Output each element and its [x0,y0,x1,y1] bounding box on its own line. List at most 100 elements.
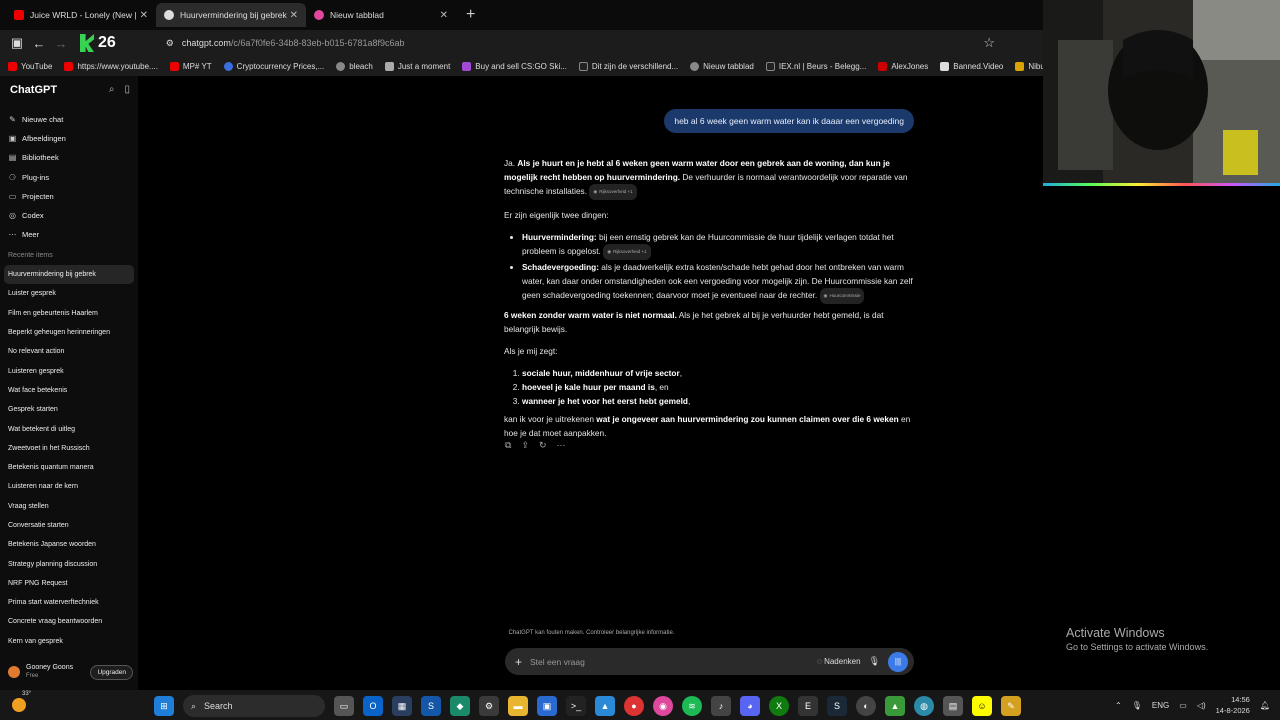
copy-icon[interactable]: ⧉ [505,440,511,451]
xbox-icon[interactable]: X [769,696,789,716]
bookmark-item[interactable]: AlexJones [878,61,928,71]
steam-icon[interactable]: S [827,696,847,716]
address-bar[interactable]: ⚙ chatgpt.com/c/6a7f0fe6-34b8-83eb-b015-… [166,33,966,53]
citation-pill[interactable]: ◉ Huurcommissie [819,288,865,304]
sidebar-recent-item[interactable]: Huurvermindering bij gebrek [4,265,134,285]
app-icon[interactable]: ✎ [1001,696,1021,716]
sidebar-recent-item[interactable]: Betekenis Japanse woorden [4,535,134,554]
sidebar-recent-item[interactable]: Kern van gesprek [4,632,134,651]
app-icon[interactable]: ▲ [885,696,905,716]
sidebar-recent-item[interactable]: Concrete vraag beantwoorden [4,612,134,631]
bookmark-item[interactable]: Cryptocurrency Prices,... [223,61,324,71]
close-icon[interactable]: ✕ [140,10,148,21]
citation-pill[interactable]: ◉ Rijksoverheid +1 [603,244,651,260]
think-button[interactable]: ◌ Nadenken [817,657,860,666]
sidebar-item-more[interactable]: ⋯ Meer [8,225,133,244]
sidebar-recent-item[interactable]: Luister gesprek [4,284,134,303]
bookmark-star-icon[interactable]: ☆ [983,35,995,51]
app-icon[interactable]: S [421,696,441,716]
sidebar-recent-item[interactable]: NRF PNG Request [4,574,134,593]
sidebar-recent-item[interactable]: Strategy planning discussion [4,554,134,573]
outlook-icon[interactable]: O [363,696,383,716]
site-info-icon[interactable]: ⚙ [166,38,174,49]
voice-mode-button[interactable]: ||| [888,651,908,672]
chevron-up-icon[interactable]: ⌃ [1115,701,1122,710]
tab-nieuw-tabblad[interactable]: Nieuw tabblad ✕ [306,3,456,27]
bookmark-item[interactable]: MP# YT [169,61,212,71]
sidebar-recent-item[interactable]: Conversatie starten [4,516,134,535]
upgrade-button[interactable]: Upgraden [90,664,133,680]
sidebar-recent-item[interactable]: Zweetvoet in het Russisch [4,439,134,458]
bookmark-item[interactable]: Nieuw tabblad [690,61,754,71]
more-icon[interactable]: ⋯ [557,440,566,451]
plus-icon[interactable]: + [515,655,522,669]
sidebar-recent-item[interactable]: Gesprek starten [4,400,134,419]
snapchat-icon[interactable]: ☺ [972,696,992,716]
sidebar-recent-item[interactable]: Luisteren gesprek [4,361,134,380]
settings-icon[interactable]: ⚙ [479,696,499,716]
sidebar-item-plugins[interactable]: ⚆ Plug-ins [8,168,133,187]
terminal-icon[interactable]: >_ [566,696,586,716]
forward-button[interactable]: → [50,36,72,51]
sidebar-recent-item[interactable]: Betekenis quantum manera [4,458,134,477]
tab-juice-wrld[interactable]: Juice WRLD - Lonely (New | ✕ [6,3,156,27]
network-icon[interactable]: ▭ [1179,701,1187,710]
firefox-icon[interactable]: ◉ [653,696,673,716]
sidebar-recent-item[interactable]: No relevant action [4,342,134,361]
sidebar-recent-item[interactable]: Film en gebeurtenis Haarlem [4,304,134,323]
sidebar-toggle-icon[interactable]: ▣ [6,35,28,51]
weather-widget[interactable]: 33° [12,691,31,713]
chrome-icon[interactable]: ● [624,696,644,716]
clock[interactable]: 14:56 14-8-2026 [1216,694,1250,716]
sidebar-item-new-chat[interactable]: ✎ Nieuwe chat [8,110,133,129]
sidebar-item-projects[interactable]: ▭ Projecten [8,187,133,206]
microphone-icon[interactable]: 🎙︎ [869,656,880,667]
sidebar-collapse-icon[interactable]: ▯ [124,84,130,95]
discord-icon[interactable]: ◕ [740,696,760,716]
globe-icon[interactable]: ◍ [914,696,934,716]
windows-start-icon[interactable]: ⊞ [154,696,174,716]
sidebar-recent-item[interactable]: Vraag stellen [4,497,134,516]
search-icon[interactable]: ⌕ [109,84,115,95]
sidebar-item-codex[interactable]: ◎ Codex [8,206,133,225]
app-icon[interactable]: ▤ [943,696,963,716]
close-icon[interactable]: ✕ [290,10,298,21]
extension-badge[interactable]: 26 [80,34,116,52]
citation-pill[interactable]: ◉ Rijksoverheid +1 [589,184,637,200]
spotify-icon[interactable]: ≋ [682,696,702,716]
tab-huurvermindering[interactable]: Huurvermindering bij gebrek ✕ [156,3,306,27]
music-icon[interactable]: ♪ [711,696,731,716]
photos-icon[interactable]: ▲ [595,696,615,716]
taskbar-search[interactable]: ⌕ Search [183,695,325,717]
language-indicator[interactable]: ENG [1152,701,1169,710]
bookmark-item[interactable]: bleach [336,61,373,71]
bookmark-item[interactable]: Niburu.co :: Onthulle [1015,61,1045,71]
new-tab-button[interactable]: + [466,6,475,24]
sidebar-item-images[interactable]: ▣ Afbeeldingen [8,129,133,148]
store-icon[interactable]: ▣ [537,696,557,716]
notification-icon[interactable]: 🔔︎ [1260,701,1270,710]
bookmark-item[interactable]: Dit zijn de verschillend... [578,61,678,71]
sidebar-recent-item[interactable]: Beperkt geheugen herinneringen [4,323,134,342]
app-icon[interactable]: ◆ [450,696,470,716]
sidebar-recent-item[interactable]: Prima start waterverftechniek [4,593,134,612]
bookmark-item[interactable]: Banned.Video [940,61,1003,71]
share-icon[interactable]: ⇪ [521,440,529,451]
bookmark-item[interactable]: IEX.nl | Beurs - Belegg... [765,61,866,71]
close-icon[interactable]: ✕ [440,10,448,21]
sidebar-item-library[interactable]: ▤ Bibliotheek [8,148,133,167]
bookmark-item[interactable]: Just a moment [384,61,450,71]
task-view-icon[interactable]: ▭ [334,696,354,716]
bookmark-item[interactable]: Buy and sell CS:GO Ski... [462,61,567,71]
user-profile[interactable]: Gooney Goons Free Upgraden [8,663,133,681]
folder-icon[interactable]: ▬ [508,696,528,716]
sidebar-recent-item[interactable]: Luisteren naar de kern [4,477,134,496]
bookmark-item[interactable]: YouTube [8,61,52,71]
sidebar-recent-item[interactable]: Wat betekent di uitleg [4,419,134,438]
microphone-icon[interactable]: 🎙︎ [1132,701,1142,710]
volume-icon[interactable]: ◁) [1197,701,1206,710]
back-button[interactable]: ← [28,36,50,51]
bookmark-item[interactable]: https://www.youtube.... [64,61,158,71]
regenerate-icon[interactable]: ↻ [539,440,547,451]
sidebar-recent-item[interactable]: Wat face betekenis [4,381,134,400]
